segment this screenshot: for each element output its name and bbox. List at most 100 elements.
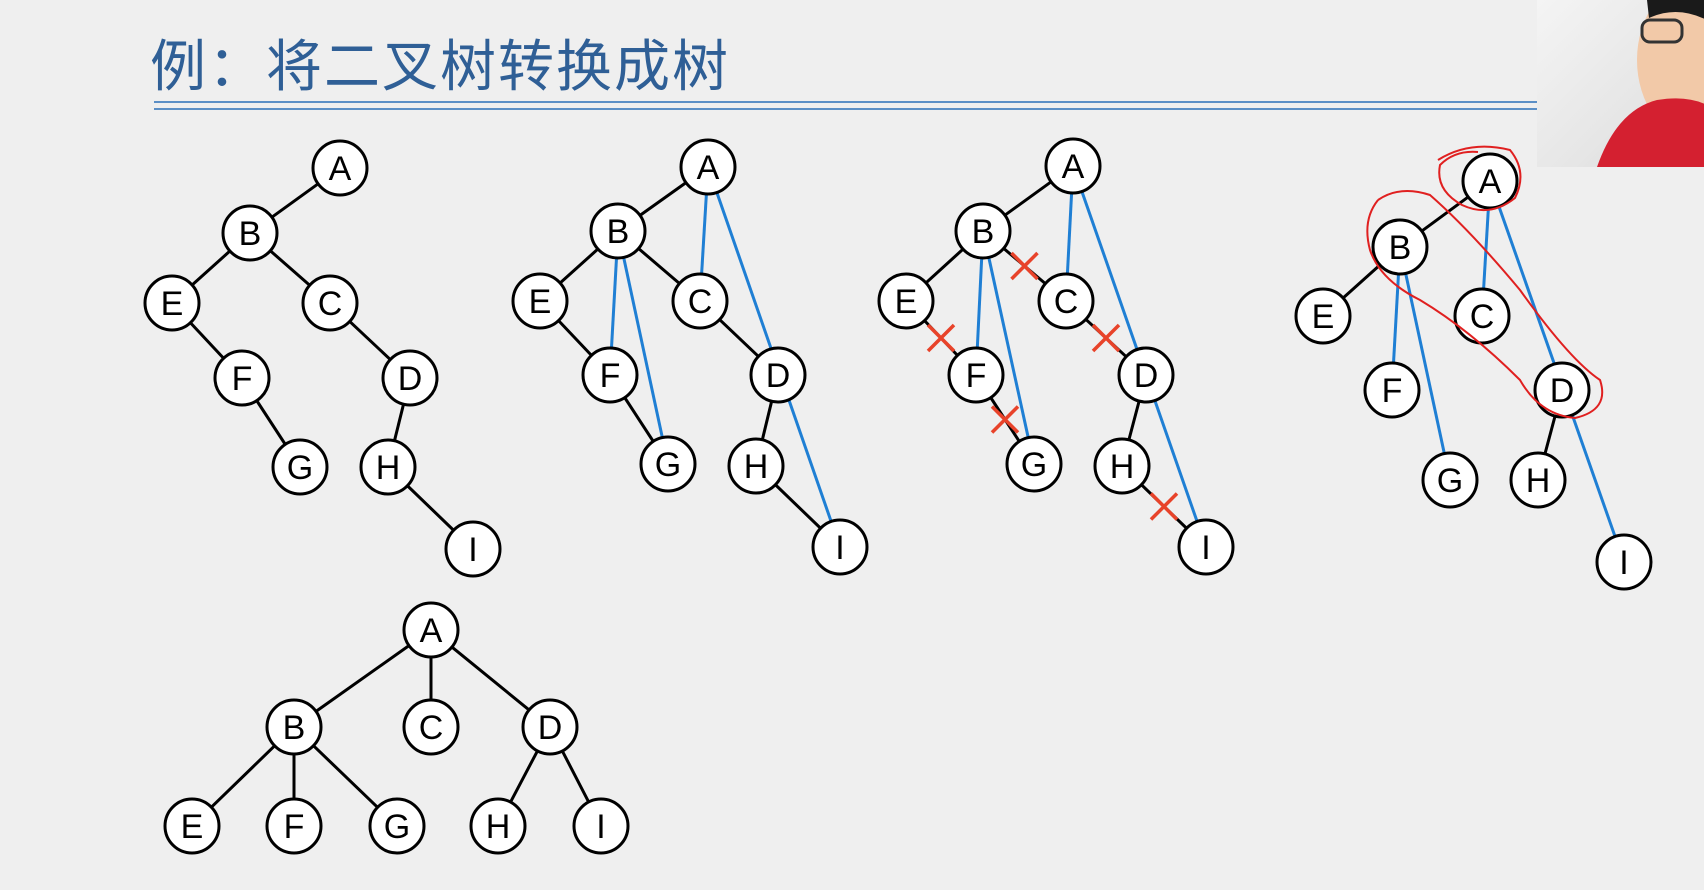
edge-F-G [623, 396, 655, 443]
node-label: G [287, 449, 313, 487]
node-label: C [1054, 283, 1079, 321]
node-E: E [143, 274, 201, 332]
cut-mark-H-I [1149, 492, 1179, 521]
node-H: H [1509, 451, 1567, 509]
node-label: D [1134, 357, 1159, 395]
node-label: G [655, 446, 681, 484]
edge-B-G [312, 744, 379, 809]
node-label: C [688, 283, 713, 321]
node-H: H [727, 437, 785, 495]
node-B: B [265, 698, 323, 756]
node-D: D [749, 346, 807, 404]
node-label: E [161, 285, 184, 323]
edge-A-B [1004, 180, 1052, 217]
node-E: E [877, 272, 935, 330]
added-edge-A-C [1065, 192, 1074, 275]
edge-E-F [557, 319, 593, 357]
cut-mark-E-F [926, 323, 956, 353]
node-I: I [444, 520, 502, 578]
presenter-shirt [1597, 98, 1704, 167]
node-F: F [1363, 361, 1421, 419]
node-C: C [1453, 287, 1511, 345]
node-label: C [419, 709, 444, 747]
node-C: C [301, 274, 359, 332]
node-label: D [766, 357, 791, 395]
tree-result-tree: A B C D E F G H I [163, 601, 630, 855]
node-D: D [521, 698, 579, 756]
node-I: I [811, 518, 869, 576]
node-label: I [468, 531, 477, 569]
node-G: G [271, 438, 329, 496]
node-E: E [1294, 287, 1352, 345]
edge-B-E [559, 247, 599, 285]
node-label: F [966, 357, 987, 395]
node-F: F [265, 797, 323, 855]
edge-F-G [255, 399, 287, 446]
node-A: A [402, 601, 460, 659]
node-label: B [607, 213, 630, 251]
edge-D-H [393, 403, 405, 442]
node-label: F [284, 808, 305, 846]
edge-H-I [774, 483, 822, 530]
node-label: H [1110, 448, 1135, 486]
node-label: E [181, 808, 204, 846]
node-B: B [954, 202, 1012, 260]
cut-mark-B-C [1010, 251, 1039, 281]
node-label: H [376, 449, 401, 487]
node-F: F [581, 346, 639, 404]
node-label: I [596, 808, 605, 846]
edge-B-E [924, 248, 965, 284]
node-B: B [221, 204, 279, 262]
node-D: D [381, 349, 439, 407]
added-edge-B-G [1404, 273, 1446, 454]
node-label: B [283, 709, 306, 747]
node-label: A [697, 149, 720, 187]
edge-B-E [191, 249, 231, 287]
node-G: G [639, 435, 697, 493]
node-H: H [469, 797, 527, 855]
node-F: F [947, 346, 1005, 404]
cut-mark-F-G [990, 405, 1020, 434]
node-E: E [511, 272, 569, 330]
edge-C-D [348, 320, 392, 361]
added-edge-B-F [975, 257, 984, 349]
edge-C-D [718, 318, 760, 358]
node-label: F [1382, 372, 1403, 410]
node-G: G [1421, 451, 1479, 509]
edge-D-H [760, 400, 774, 441]
node-D: D [1117, 346, 1175, 404]
node-B: B [1371, 218, 1429, 276]
node-B: B [589, 202, 647, 260]
added-edge-B-G [622, 257, 664, 438]
node-label: C [1470, 298, 1495, 336]
edge-B-C [269, 249, 311, 287]
node-A: A [311, 139, 369, 197]
node-label: E [895, 283, 918, 321]
node-H: H [1093, 437, 1151, 495]
node-label: A [1062, 148, 1085, 186]
node-E: E [163, 797, 221, 855]
node-label: A [329, 150, 352, 188]
node-C: C [1037, 272, 1095, 330]
node-label: H [486, 808, 511, 846]
edge-D-H [1543, 415, 1557, 455]
node-A: A [1461, 152, 1519, 210]
node-label: A [1479, 163, 1502, 201]
added-edge-A-C [700, 193, 708, 275]
node-label: B [972, 213, 995, 251]
edge-A-B [639, 181, 687, 217]
node-label: G [384, 808, 410, 846]
tree-binary-tree: A B C D E F G H I [143, 139, 502, 578]
node-A: A [679, 138, 737, 196]
node-I: I [1177, 518, 1235, 576]
node-G: G [368, 797, 426, 855]
node-C: C [671, 272, 729, 330]
node-label: F [600, 357, 621, 395]
node-label: E [529, 283, 552, 321]
edge-A-B [271, 182, 319, 219]
node-label: G [1021, 446, 1047, 484]
edge-H-I [406, 484, 455, 532]
node-F: F [213, 349, 271, 407]
node-label: I [1201, 529, 1210, 567]
node-D: D [1533, 361, 1591, 419]
